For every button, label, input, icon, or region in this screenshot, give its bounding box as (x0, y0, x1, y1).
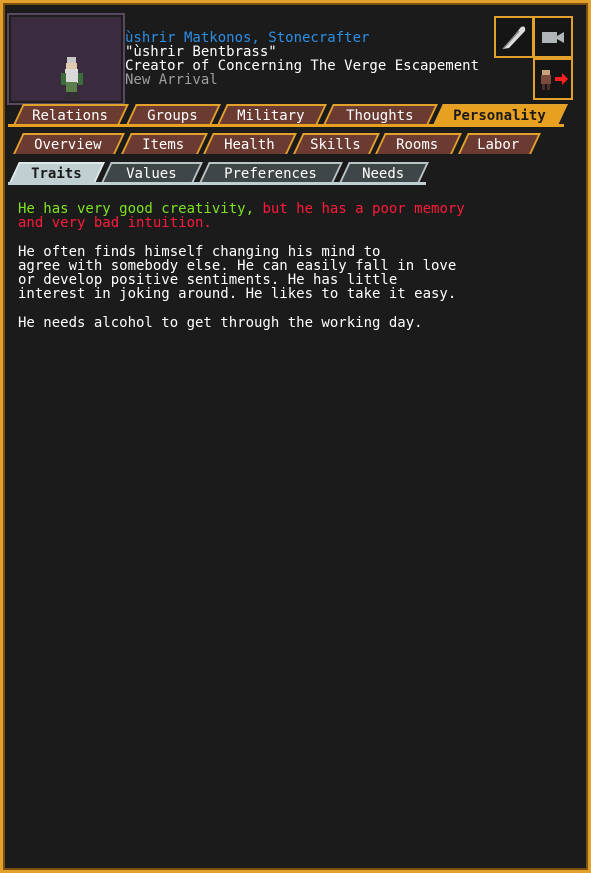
unit-sheet-frame (0, 0, 591, 873)
follow-camera-button[interactable] (533, 16, 573, 58)
unit-title: Creator of Concerning The Verge Escapeme… (125, 58, 480, 74)
portrait-dwarf-icon (61, 57, 83, 99)
negative-trait-text-1: but he has a poor memory (254, 201, 465, 217)
tab-traits[interactable]: Traits (9, 162, 105, 183)
tab-thoughts[interactable]: Thoughts (323, 104, 438, 125)
camera-icon (542, 32, 564, 43)
trait-paragraph-line: He often finds himself changing his mind… (18, 244, 381, 260)
exit-unit-button[interactable] (533, 58, 573, 100)
trait-paragraph-line: or develop positive sentiments. He has l… (18, 272, 398, 288)
tab-skills[interactable]: Skills (293, 133, 380, 154)
dwarf-exit-icon (541, 70, 568, 90)
tab-needs[interactable]: Needs (339, 162, 429, 183)
feather-quill-icon (502, 26, 526, 50)
personality-tab-underline (8, 182, 426, 185)
negative-trait-text-2: and very bad intuition. (18, 215, 212, 231)
tab-personality[interactable]: Personality (433, 104, 568, 125)
unit-nickname: "ùshrir Bentbrass" (125, 44, 277, 60)
tab-values[interactable]: Values (101, 162, 203, 183)
tab-health[interactable]: Health (203, 133, 297, 154)
trait-summary: He has very good creativity, but he has … (18, 202, 465, 216)
trait-paragraph-line: interest in joking around. He likes to t… (18, 286, 457, 302)
tab-preferences[interactable]: Preferences (199, 162, 343, 183)
tab-rooms[interactable]: Rooms (375, 133, 462, 154)
tab-military[interactable]: Military (217, 104, 327, 125)
unit-status: New Arrival (125, 72, 218, 88)
tab-overview[interactable]: Overview (13, 133, 125, 154)
main-tab-underline (8, 124, 564, 127)
customize-button[interactable] (494, 16, 534, 58)
need-paragraph: He needs alcohol to get through the work… (18, 315, 423, 331)
tab-items[interactable]: Items (121, 133, 208, 154)
tab-groups[interactable]: Groups (126, 104, 221, 125)
trait-paragraph-line: agree with somebody else. He can easily … (18, 258, 457, 274)
tab-labor[interactable]: Labor (458, 133, 541, 154)
portrait (7, 13, 125, 105)
tab-relations[interactable]: Relations (13, 104, 129, 125)
unit-name[interactable]: ùshrir Matkonos, Stonecrafter (125, 31, 369, 45)
